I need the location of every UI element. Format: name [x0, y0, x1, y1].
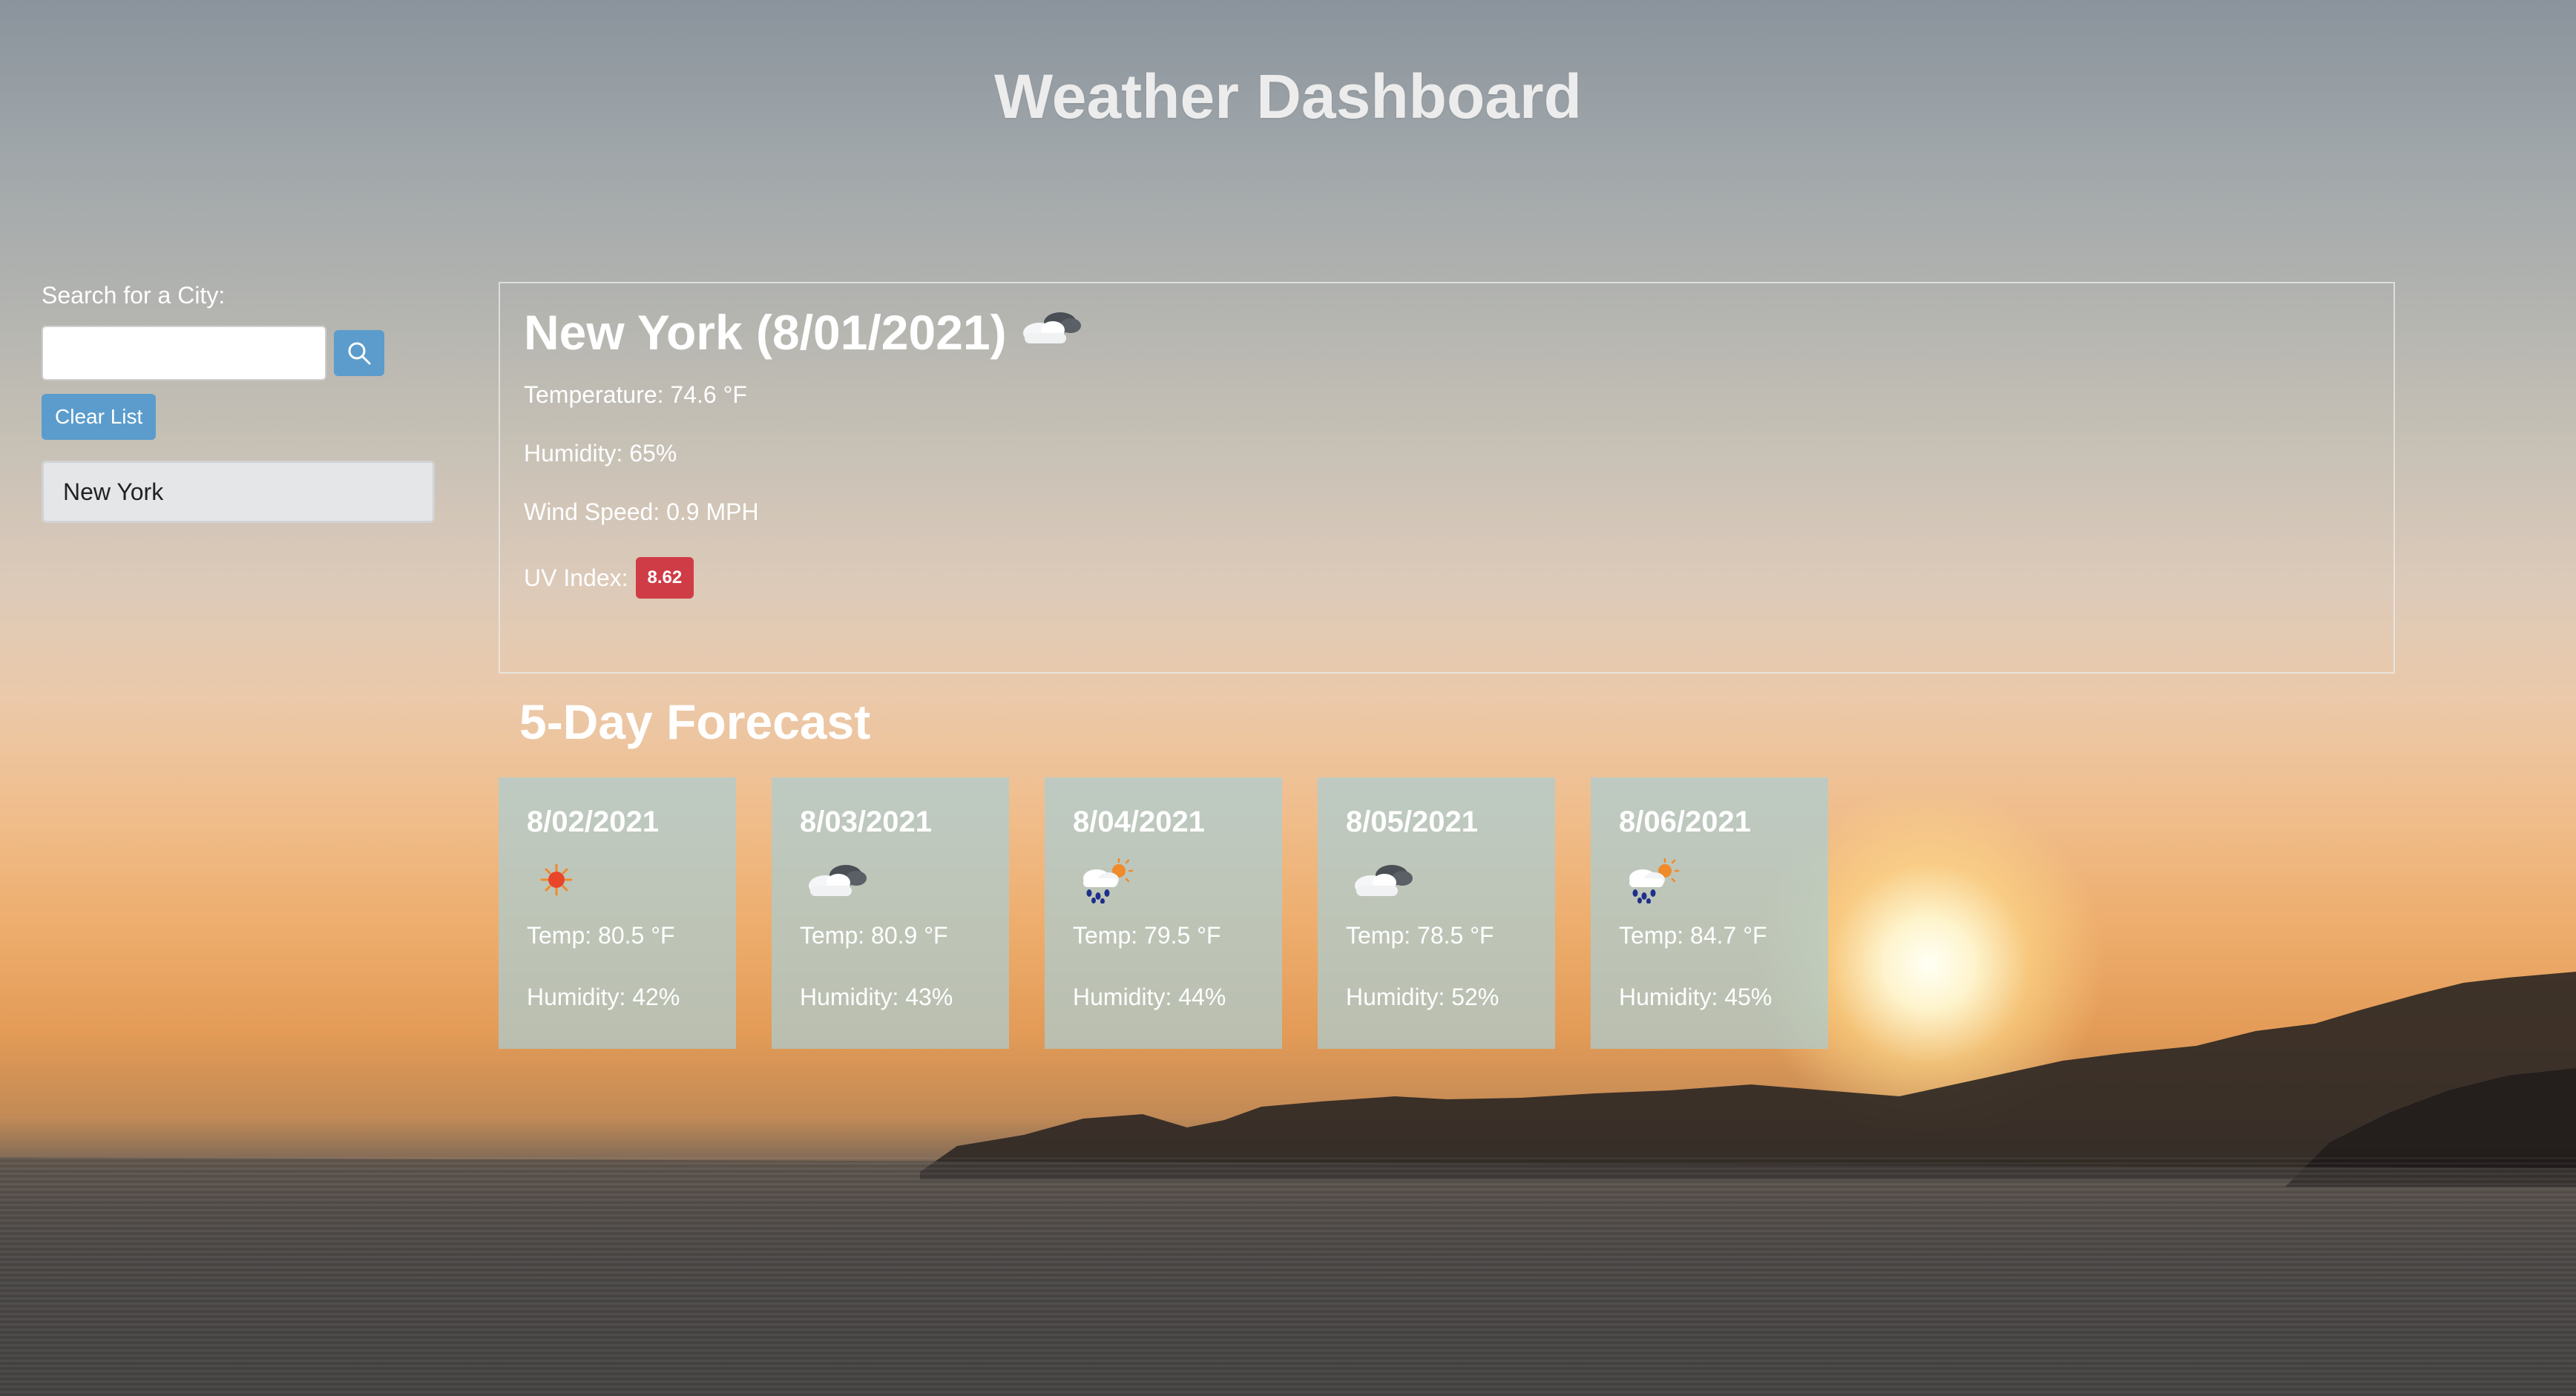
forecast-humidity: Humidity: 42%	[527, 984, 680, 1010]
rain-sun-icon	[1619, 854, 1800, 906]
cloud-icon	[1014, 304, 1085, 360]
forecast-title: 5-Day Forecast	[519, 694, 871, 749]
sea-texture	[0, 1157, 2576, 1396]
history-item-new-york[interactable]: New York	[42, 461, 435, 523]
forecast-temp: Temp: 80.5 °F	[527, 922, 675, 949]
sidebar: Search for a City: Clear List New York	[42, 282, 442, 523]
forecast-temp: Temp: 78.5 °F	[1346, 922, 1494, 949]
uv-badge: 8.62	[635, 557, 694, 599]
forecast-card: 8/06/2021 Temp: 84.7 °F Humidity: 45%	[1591, 777, 1828, 1049]
uv-label: UV Index:	[524, 564, 628, 591]
forecast-date: 8/06/2021	[1619, 806, 1751, 838]
search-label: Search for a City:	[42, 282, 226, 309]
current-weather-heading: New York (8/01/2021)	[524, 304, 2370, 360]
forecast-date: 8/05/2021	[1346, 806, 1478, 838]
current-uv-index: UV Index: 8.62	[524, 557, 2370, 599]
rain-sun-icon	[1073, 854, 1254, 906]
current-wind-speed: Wind Speed: 0.9 MPH	[524, 498, 759, 525]
forecast-date: 8/04/2021	[1073, 806, 1205, 838]
cloud-icon	[800, 854, 981, 906]
forecast-temp: Temp: 79.5 °F	[1073, 922, 1221, 949]
search-history-list: New York	[42, 461, 442, 523]
clear-list-button[interactable]: Clear List	[42, 394, 157, 440]
forecast-row: 8/02/2021 Temp: 80.5 °F Humidity: 42% 8/…	[499, 777, 1864, 1049]
page-title: Weather Dashboard	[994, 62, 1582, 131]
sun-icon	[527, 854, 708, 906]
forecast-humidity: Humidity: 52%	[1346, 984, 1499, 1010]
search-button[interactable]	[334, 330, 384, 376]
forecast-temp: Temp: 80.9 °F	[800, 922, 948, 949]
current-weather-panel: New York (8/01/2021) Temperature: 74.6 °…	[499, 282, 2395, 674]
forecast-card: 8/03/2021 Temp: 80.9 °F Humidity: 43%	[772, 777, 1009, 1049]
forecast-card: 8/02/2021 Temp: 80.5 °F Humidity: 42%	[499, 777, 736, 1049]
current-temperature: Temperature: 74.6 °F	[524, 381, 747, 408]
forecast-date: 8/02/2021	[527, 806, 659, 838]
current-city-date: New York (8/01/2021)	[524, 305, 1007, 360]
cloud-icon	[1346, 854, 1527, 906]
current-humidity: Humidity: 65%	[524, 440, 677, 467]
search-row	[42, 326, 442, 381]
forecast-humidity: Humidity: 45%	[1619, 984, 1772, 1010]
background-image	[0, 0, 2576, 1396]
forecast-card: 8/05/2021 Temp: 78.5 °F Humidity: 52%	[1318, 777, 1555, 1049]
search-icon	[348, 342, 371, 365]
city-search-input[interactable]	[42, 326, 326, 381]
forecast-date: 8/03/2021	[800, 806, 932, 838]
forecast-temp: Temp: 84.7 °F	[1619, 922, 1767, 949]
forecast-card: 8/04/2021 Temp: 79.5 °F Humidity: 44%	[1045, 777, 1282, 1049]
forecast-humidity: Humidity: 44%	[1073, 984, 1226, 1010]
forecast-humidity: Humidity: 43%	[800, 984, 953, 1010]
